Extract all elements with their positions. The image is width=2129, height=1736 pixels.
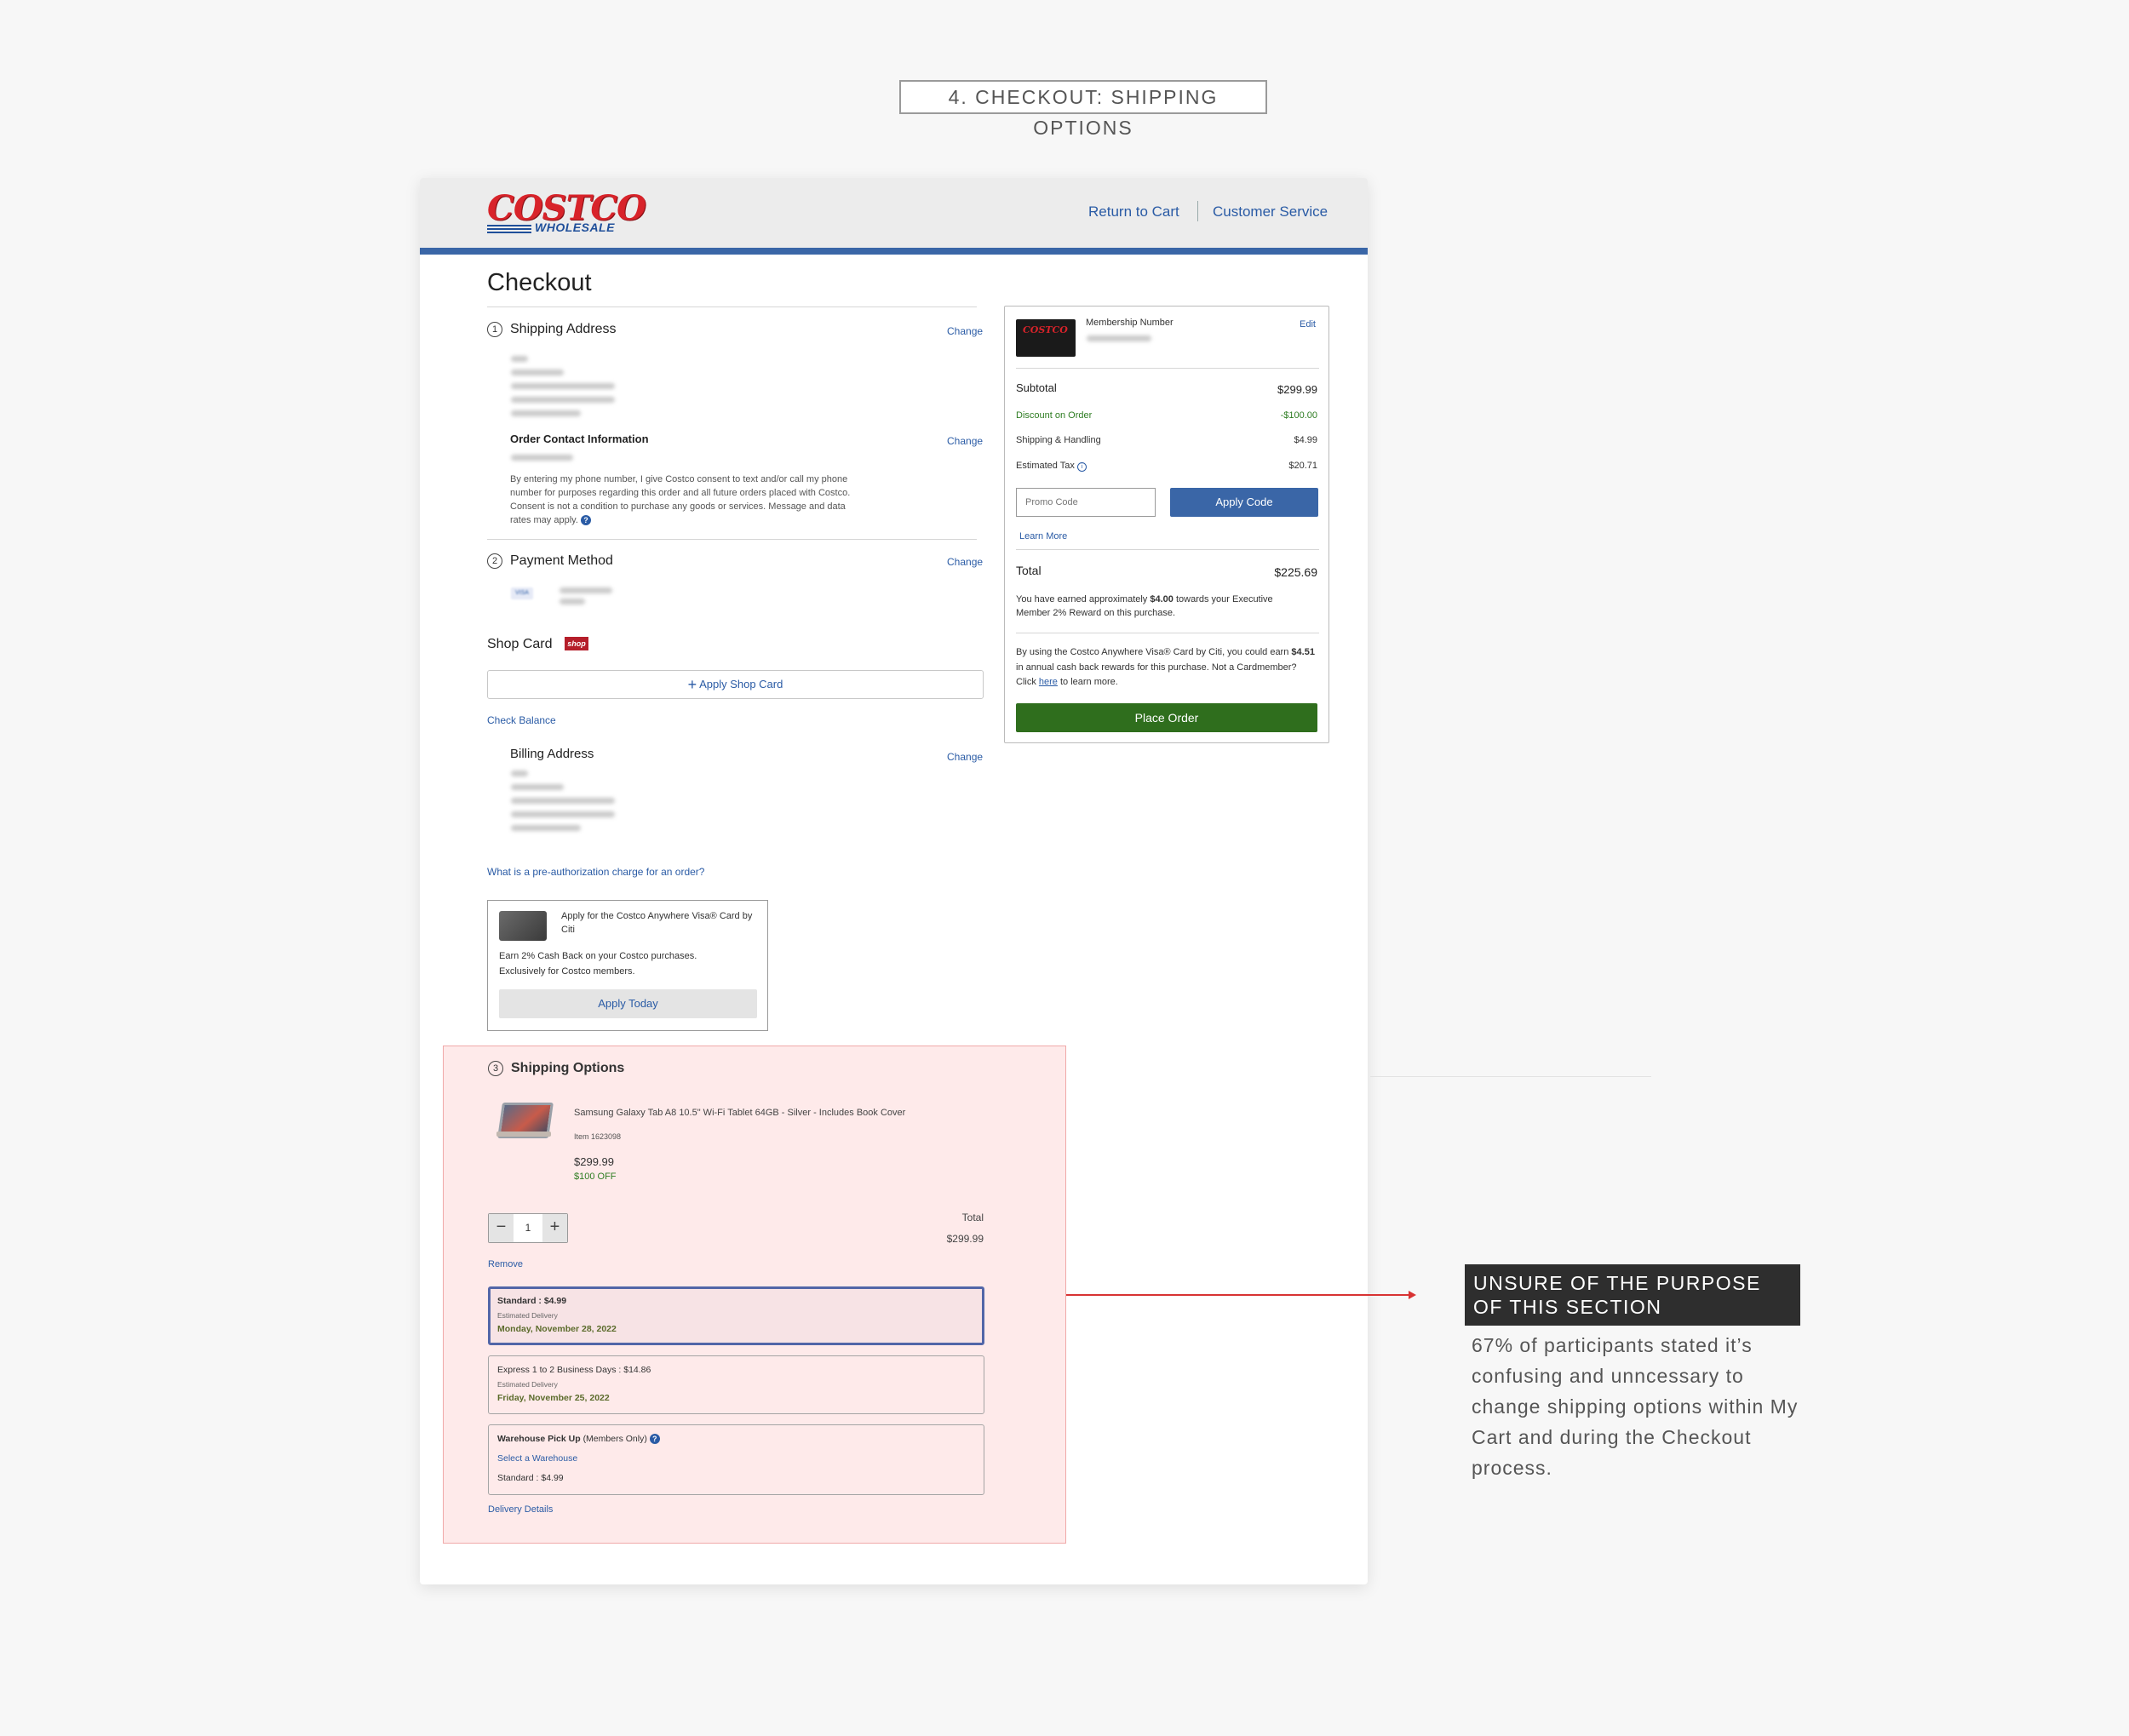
item-total-value: $299.99 bbox=[946, 1233, 984, 1245]
step-3-icon: 3 bbox=[488, 1061, 503, 1076]
costco-logo[interactable]: COSTCO WHOLESALE bbox=[487, 191, 646, 234]
option-est-label: Estimated Delivery bbox=[497, 1311, 558, 1320]
annotation-arrow bbox=[1066, 1294, 1410, 1296]
discount-label: Discount on Order bbox=[1016, 410, 1093, 421]
shipping-address-change-link[interactable]: Change bbox=[947, 325, 983, 337]
apply-today-button[interactable]: Apply Today bbox=[499, 989, 757, 1018]
order-contact-change-link[interactable]: Change bbox=[947, 435, 983, 447]
quantity-value[interactable]: 1 bbox=[514, 1214, 542, 1242]
apply-shop-card-label: Apply Shop Card bbox=[699, 678, 783, 690]
option-label: Express 1 to 2 Business Days : $14.86 bbox=[497, 1365, 651, 1375]
citi-card-image bbox=[499, 911, 547, 941]
product-price: $299.99 bbox=[574, 1155, 614, 1168]
reward-text: You have earned approximately $4.00 towa… bbox=[1016, 594, 1273, 618]
return-to-cart-link[interactable]: Return to Cart bbox=[1088, 203, 1179, 221]
place-order-button[interactable]: Place Order bbox=[1016, 703, 1317, 732]
minus-icon[interactable]: − bbox=[489, 1214, 514, 1242]
step-1-icon: 1 bbox=[487, 322, 502, 337]
help-icon[interactable]: ? bbox=[580, 515, 591, 525]
product-discount: $100 OFF bbox=[574, 1172, 617, 1182]
shipping-option-warehouse[interactable]: Warehouse Pick Up (Members Only) ? Selec… bbox=[488, 1424, 984, 1495]
payment-method-heading: Payment Method bbox=[510, 553, 613, 568]
learn-more-link[interactable]: Learn More bbox=[1019, 531, 1067, 541]
item-total-label: Total bbox=[961, 1212, 984, 1223]
shipping-options-heading: Shipping Options bbox=[511, 1061, 625, 1075]
warehouse-pickup-label: Warehouse Pick Up (Members Only) ? bbox=[497, 1434, 660, 1444]
select-warehouse-link[interactable]: Select a Warehouse bbox=[497, 1453, 577, 1464]
annotation-body: 67% of participants stated it’s confusin… bbox=[1472, 1334, 1799, 1479]
subtotal-label: Subtotal bbox=[1016, 381, 1057, 394]
citi-card-promo: Apply for the Costco Anywhere Visa® Card… bbox=[487, 900, 768, 1031]
faint-guide-line bbox=[1370, 1076, 1651, 1077]
membership-number-redacted bbox=[1087, 335, 1151, 341]
header-accent-bar bbox=[420, 248, 1368, 255]
billing-change-link[interactable]: Change bbox=[947, 751, 983, 763]
annotation-title: UNSURE OF THE PURPOSE OF THIS SECTION bbox=[1465, 1264, 1800, 1326]
shipping-address-heading: Shipping Address bbox=[510, 322, 617, 336]
delivery-details-link[interactable]: Delivery Details bbox=[488, 1504, 553, 1515]
shipping-handling-value: $4.99 bbox=[1294, 435, 1317, 445]
subtotal-value: $299.99 bbox=[1277, 383, 1317, 396]
arrowhead-icon bbox=[1409, 1291, 1416, 1299]
divider bbox=[1016, 368, 1319, 369]
shop-card-badge-icon: shop bbox=[565, 637, 588, 650]
order-contact-heading: Order Contact Information bbox=[510, 433, 649, 445]
product-name[interactable]: Samsung Galaxy Tab A8 10.5" Wi-Fi Tablet… bbox=[574, 1108, 905, 1118]
logo-lines-icon bbox=[487, 225, 531, 233]
contact-phone-redacted bbox=[511, 455, 573, 461]
product-item-number: Item 1623098 bbox=[574, 1132, 622, 1141]
apply-shop-card-button[interactable]: + Apply Shop Card bbox=[487, 670, 984, 699]
citi-promo-line-1: Earn 2% Cash Back on your Costco purchas… bbox=[499, 951, 697, 961]
citi-here-link[interactable]: here bbox=[1039, 677, 1058, 687]
warehouse-standard-price: Standard : $4.99 bbox=[497, 1473, 564, 1483]
citi-promo-line-2: Exclusively for Costco members. bbox=[499, 966, 635, 977]
citi-promo-heading: Apply for the Costco Anywhere Visa® Card… bbox=[561, 911, 753, 935]
page-label: 4. CHECKOUT: SHIPPING OPTIONS bbox=[899, 80, 1267, 139]
billing-address-heading: Billing Address bbox=[510, 747, 594, 761]
estimated-tax-value: $20.71 bbox=[1288, 461, 1317, 471]
option-delivery-date: Friday, November 25, 2022 bbox=[497, 1393, 610, 1403]
membership-edit-link[interactable]: Edit bbox=[1300, 319, 1316, 329]
customer-service-link[interactable]: Customer Service bbox=[1213, 203, 1328, 221]
shipping-option-standard[interactable]: Standard : $4.99 Estimated Delivery Mond… bbox=[488, 1286, 984, 1345]
option-label: Standard : $4.99 bbox=[497, 1296, 567, 1306]
shipping-handling-label: Shipping & Handling bbox=[1016, 435, 1101, 445]
plus-icon: + bbox=[687, 676, 697, 693]
citi-reward-text: By using the Costco Anywhere Visa® Card … bbox=[1016, 647, 1315, 687]
phone-consent-text: By entering my phone number, I give Cost… bbox=[510, 474, 851, 525]
info-icon[interactable]: i bbox=[1076, 462, 1087, 472]
promo-code-input[interactable] bbox=[1016, 488, 1156, 517]
shipping-option-express[interactable]: Express 1 to 2 Business Days : $14.86 Es… bbox=[488, 1355, 984, 1414]
logo-subtitle: WHOLESALE bbox=[535, 221, 615, 234]
membership-card-logo: COSTCO bbox=[1023, 324, 1068, 335]
tablet-product-image[interactable] bbox=[496, 1101, 554, 1138]
order-summary: COSTCO Membership Number Edit Subtotal $… bbox=[1004, 306, 1329, 743]
header-divider bbox=[1197, 201, 1198, 221]
page-title: Checkout bbox=[487, 269, 592, 296]
divider bbox=[487, 539, 977, 540]
total-value: $225.69 bbox=[1274, 565, 1317, 579]
quantity-stepper: − 1 + bbox=[488, 1213, 568, 1243]
membership-number-label: Membership Number bbox=[1086, 318, 1174, 328]
apply-code-button[interactable]: Apply Code bbox=[1170, 488, 1318, 517]
option-delivery-date: Monday, November 28, 2022 bbox=[497, 1324, 617, 1334]
shop-card-heading: Shop Card bbox=[487, 637, 553, 651]
discount-value: -$100.00 bbox=[1280, 410, 1317, 421]
check-balance-link[interactable]: Check Balance bbox=[487, 714, 556, 726]
plus-icon[interactable]: + bbox=[542, 1214, 567, 1242]
divider bbox=[1016, 549, 1319, 550]
help-icon[interactable]: ? bbox=[649, 1434, 660, 1444]
option-est-label: Estimated Delivery bbox=[497, 1380, 558, 1389]
preauth-charge-link[interactable]: What is a pre-authorization charge for a… bbox=[487, 866, 704, 878]
estimated-tax-label: Estimated Tax i bbox=[1016, 461, 1087, 472]
remove-item-link[interactable]: Remove bbox=[488, 1259, 523, 1269]
total-label: Total bbox=[1016, 564, 1042, 577]
payment-change-link[interactable]: Change bbox=[947, 556, 983, 568]
step-2-icon: 2 bbox=[487, 553, 502, 569]
membership-card-image: COSTCO bbox=[1016, 319, 1076, 357]
shipping-options-highlight: 3 Shipping Options Samsung Galaxy Tab A8… bbox=[443, 1046, 1066, 1544]
visa-card-icon: VISA bbox=[511, 587, 533, 599]
